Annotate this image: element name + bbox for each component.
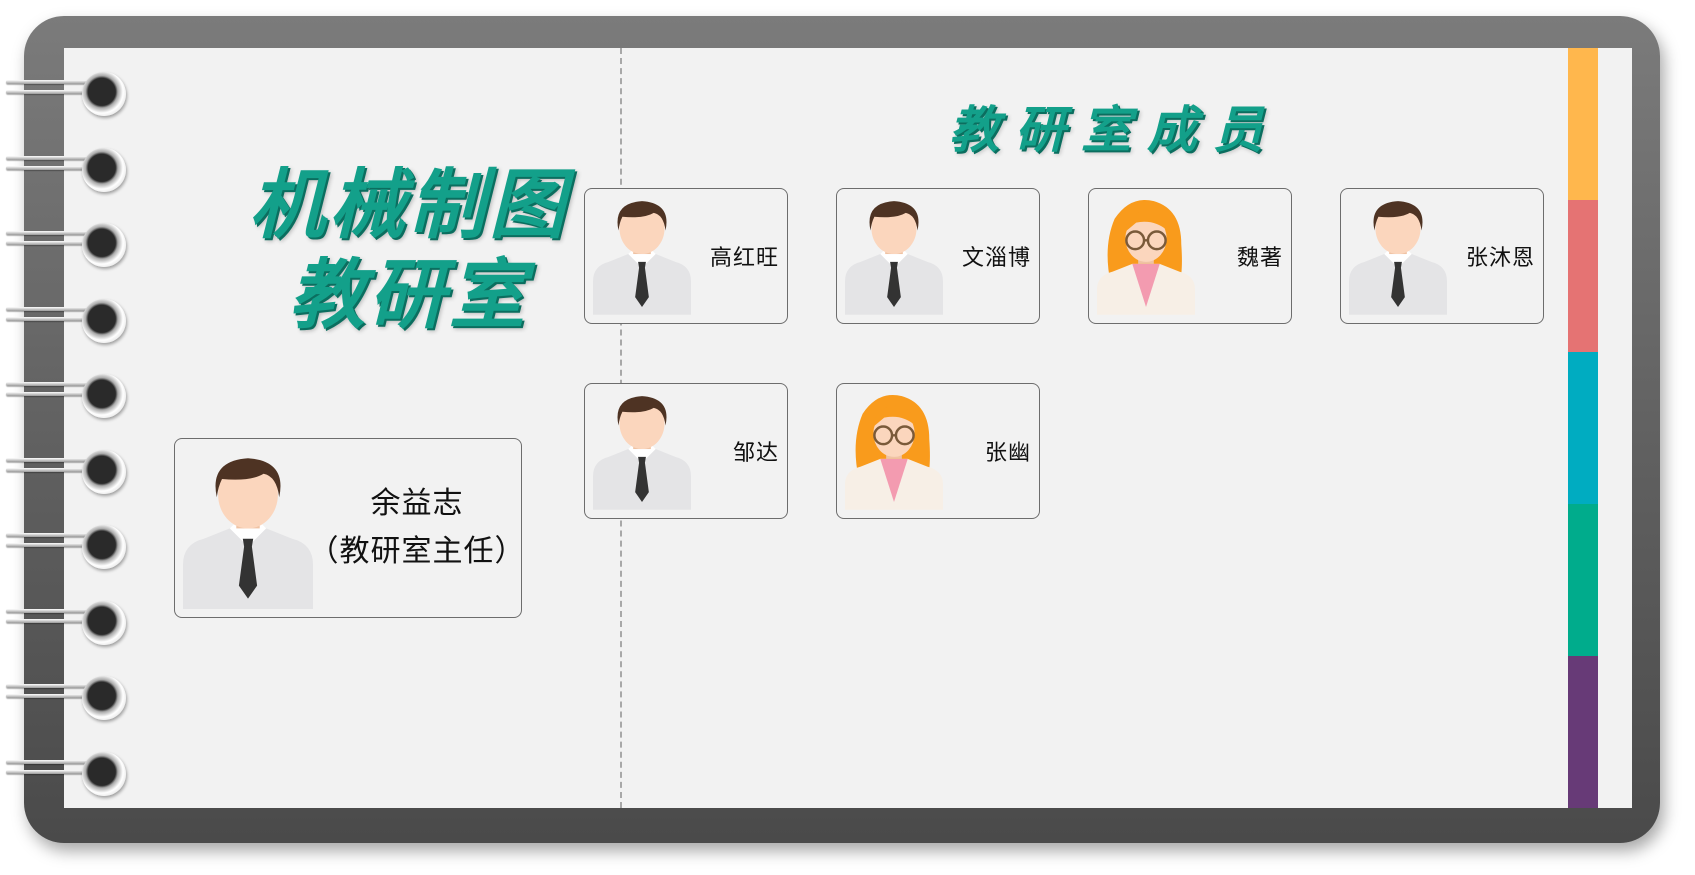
member-name: 文淄博 [961, 246, 1031, 271]
binding-ring [0, 70, 132, 118]
department-title: 机械制图 教研室 [194, 160, 624, 340]
head-role: （教研室主任） [308, 534, 522, 569]
male-avatar-icon [183, 453, 313, 609]
members-title: 教研室成员 [949, 100, 1279, 159]
member-card[interactable]: 文淄博 [836, 188, 1040, 324]
binding-ring [0, 674, 132, 722]
male-avatar-icon [845, 197, 943, 315]
tab-purple[interactable] [1568, 656, 1598, 808]
binding-ring [0, 523, 132, 571]
department-title-line1: 机械制图 [249, 160, 569, 249]
member-name: 张沐恩 [1465, 246, 1535, 271]
member-name: 张幽 [984, 441, 1031, 466]
member-card[interactable]: 张沐恩 [1340, 188, 1544, 324]
male-avatar-icon [1349, 197, 1447, 315]
section-tabs [1568, 48, 1598, 808]
binding-ring [0, 146, 132, 194]
binding-ring [0, 221, 132, 269]
tab-red[interactable] [1568, 200, 1598, 352]
female-avatar-icon [1097, 197, 1195, 315]
female-avatar-icon [845, 392, 943, 510]
male-avatar-icon [593, 197, 691, 315]
binding-ring [0, 599, 132, 647]
binding-ring [0, 448, 132, 496]
binding-ring [0, 297, 132, 345]
head-name: 余益志 [370, 486, 464, 521]
head-info: 余益志 （教研室主任） [309, 439, 522, 617]
male-avatar-icon [593, 392, 691, 510]
member-card[interactable]: 魏著 [1088, 188, 1292, 324]
tab-cyan[interactable] [1568, 352, 1598, 504]
head-card[interactable]: 余益志 （教研室主任） [174, 438, 522, 618]
notebook-page: 机械制图 教研室 余益志 （教研室主任） 教研室成员 高红旺 文淄博 魏著 张沐恩邹达… [64, 48, 1632, 808]
member-name: 邹达 [732, 441, 779, 466]
member-name: 魏著 [1236, 246, 1283, 271]
member-card[interactable]: 张幽 [836, 383, 1040, 519]
binding-ring [0, 372, 132, 420]
department-title-line2: 教研室 [289, 250, 529, 339]
binding-ring [0, 750, 132, 798]
member-card[interactable]: 邹达 [584, 383, 788, 519]
member-card[interactable]: 高红旺 [584, 188, 788, 324]
tab-teal[interactable] [1568, 504, 1598, 656]
member-name: 高红旺 [709, 246, 779, 271]
tab-orange[interactable] [1568, 48, 1598, 200]
